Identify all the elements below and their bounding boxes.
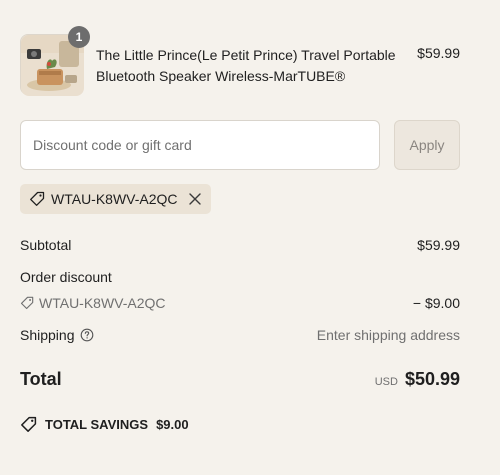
close-icon[interactable] bbox=[188, 192, 202, 206]
quantity-badge: 1 bbox=[68, 26, 90, 48]
shipping-row: Shipping Enter shipping address bbox=[20, 327, 460, 343]
shipping-label: Shipping bbox=[20, 327, 75, 343]
total-savings-label: TOTAL SAVINGS bbox=[45, 417, 149, 432]
checkout-order-summary: 1 The Little Prince(Le Petit Prince) Tra… bbox=[0, 0, 500, 475]
tag-icon bbox=[20, 416, 37, 433]
tag-icon bbox=[20, 296, 34, 310]
product-title: The Little Prince(Le Petit Prince) Trave… bbox=[96, 47, 396, 84]
order-discount-code: WTAU-K8WV-A2QC bbox=[39, 295, 166, 311]
total-savings: TOTAL SAVINGS $9.00 bbox=[20, 416, 189, 433]
applied-discount-code: WTAU-K8WV-A2QC bbox=[51, 191, 178, 207]
shipping-value: Enter shipping address bbox=[316, 327, 460, 343]
discount-code-input[interactable] bbox=[20, 120, 380, 170]
subtotal-value: $59.99 bbox=[417, 237, 460, 253]
subtotal-row: Subtotal $59.99 bbox=[20, 237, 460, 253]
total-amount: $50.99 bbox=[404, 369, 460, 389]
currency-code: USD bbox=[374, 376, 398, 388]
order-discount-label: Order discount bbox=[20, 269, 112, 285]
order-discount-value: − $9.00 bbox=[412, 295, 460, 311]
subtotal-label: Subtotal bbox=[20, 237, 72, 253]
apply-discount-button[interactable]: Apply bbox=[394, 120, 460, 170]
order-discount-row: Order discount bbox=[20, 269, 460, 285]
order-discount-code-row: WTAU-K8WV-A2QC − $9.00 bbox=[20, 295, 460, 311]
total-label: Total bbox=[20, 369, 62, 389]
total-row: Total USD $50.99 bbox=[20, 369, 460, 390]
product-price: $59.99 bbox=[417, 45, 460, 61]
question-circle-icon[interactable] bbox=[80, 328, 94, 342]
total-savings-value: $9.00 bbox=[156, 417, 189, 432]
applied-discount-tag: WTAU-K8WV-A2QC bbox=[20, 184, 211, 214]
tag-icon bbox=[29, 191, 45, 207]
